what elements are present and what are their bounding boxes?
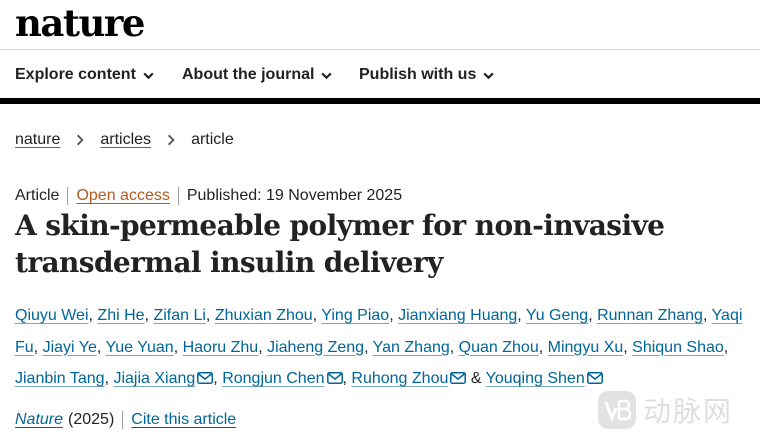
author-link[interactable]: Yan Zhang	[373, 339, 450, 356]
author-link[interactable]: Jiaheng Zeng	[267, 339, 364, 356]
email-icon[interactable]	[585, 370, 603, 387]
author-separator: ,	[588, 307, 593, 324]
envelope-icon	[326, 372, 343, 384]
author-separator: ,	[96, 338, 102, 356]
nav-about-journal[interactable]: About the journal	[182, 66, 333, 84]
watermark-text: 动脉网	[643, 395, 734, 428]
author-separator: ,	[449, 338, 455, 356]
main-nav: Explore content About the journal Publis…	[0, 50, 760, 104]
author-separator: ,	[312, 307, 318, 324]
author-link[interactable]: Jiajia Xiang	[113, 370, 195, 387]
nature-logo[interactable]: nature	[15, 3, 145, 43]
author-link[interactable]: Ying Piao	[321, 307, 389, 324]
citation-year: (2025)	[68, 411, 115, 428]
citation-row: Nature (2025) Cite this article	[15, 411, 236, 429]
author-link[interactable]: Ruhong Zhou	[351, 370, 448, 387]
envelope-icon	[586, 372, 603, 384]
published-date: Published: 19 November 2025	[186, 187, 403, 204]
article-title: A skin-permeable polymer for non-invasiv…	[15, 209, 665, 279]
site-header: nature	[0, 0, 760, 50]
envelope-icon	[197, 372, 214, 384]
author-link[interactable]: Quan Zhou	[459, 339, 539, 356]
author-separator: ,	[538, 338, 544, 356]
author-separator: &	[470, 370, 482, 387]
email-icon[interactable]	[195, 370, 214, 387]
nav-label: Explore content	[15, 66, 136, 83]
author-separator: ,	[213, 370, 218, 387]
author-link[interactable]: Mingyu Xu	[548, 339, 624, 356]
author-separator: ,	[205, 307, 211, 324]
open-access-link[interactable]: Open access	[76, 187, 169, 205]
author-link[interactable]: Youqing Shen	[486, 370, 585, 387]
author-link[interactable]: Rongjun Chen	[222, 370, 324, 387]
author-link[interactable]: Jianbin Tang	[15, 370, 105, 387]
breadcrumb: nature articles article	[15, 131, 234, 149]
chevron-right-icon	[77, 134, 85, 146]
email-icon[interactable]	[325, 370, 343, 387]
divider	[67, 187, 69, 205]
watermark: 动脉网	[597, 390, 733, 430]
divider	[177, 187, 179, 205]
author-separator: ,	[258, 338, 263, 356]
breadcrumb-articles[interactable]: articles	[100, 131, 151, 149]
chevron-down-icon	[321, 72, 333, 79]
author-separator: ,	[623, 338, 628, 356]
author-separator: ,	[104, 370, 110, 387]
chevron-right-icon	[168, 134, 175, 146]
nav-label: About the journal	[182, 66, 315, 83]
author-link[interactable]: Shiqun Shao	[632, 339, 724, 356]
nav-label: Publish with us	[359, 66, 477, 83]
author-link[interactable]: Zhi He	[97, 307, 144, 324]
author-list: Qiuyu Wei, Zhi He, Zifan Li, Zhuxian Zho…	[15, 300, 750, 395]
author-link[interactable]: Runnan Zhang	[597, 307, 703, 324]
author-separator: ,	[173, 338, 179, 356]
author-separator: ,	[702, 307, 708, 324]
breadcrumb-nature[interactable]: nature	[15, 131, 60, 149]
author-link[interactable]: Jiayi Ye	[43, 339, 97, 356]
divider	[122, 411, 124, 429]
chevron-down-icon	[143, 72, 154, 79]
article-meta: Article Open access Published: 19 Novemb…	[15, 187, 402, 205]
author-separator: ,	[517, 307, 522, 324]
watermark-logo-icon	[598, 391, 636, 429]
chevron-down-icon	[483, 72, 494, 79]
author-separator: ,	[88, 307, 93, 324]
author-link[interactable]: Haoru Zhu	[183, 339, 259, 356]
breadcrumb-current: article	[191, 131, 234, 148]
author-link[interactable]: Jianxiang Huang	[398, 307, 517, 324]
author-link[interactable]: Zifan Li	[153, 307, 205, 324]
cite-this-article-link[interactable]: Cite this article	[131, 411, 236, 429]
author-separator: ,	[389, 307, 394, 324]
journal-link[interactable]: Nature	[15, 411, 63, 429]
nav-publish-with-us[interactable]: Publish with us	[359, 66, 495, 84]
author-link[interactable]: Yu Geng	[526, 307, 588, 324]
author-link[interactable]: Yue Yuan	[105, 339, 173, 356]
email-icon[interactable]	[448, 370, 467, 387]
nav-explore-content[interactable]: Explore content	[15, 66, 155, 84]
author-separator: ,	[144, 307, 149, 324]
author-link[interactable]: Zhuxian Zhou	[215, 307, 313, 324]
author-separator: ,	[342, 370, 347, 387]
author-separator: ,	[364, 338, 369, 356]
envelope-icon	[450, 372, 467, 384]
author-link[interactable]: Qiuyu Wei	[15, 307, 89, 324]
author-separator: ,	[33, 338, 39, 356]
article-type: Article	[15, 187, 60, 204]
author-separator: ,	[723, 338, 729, 356]
